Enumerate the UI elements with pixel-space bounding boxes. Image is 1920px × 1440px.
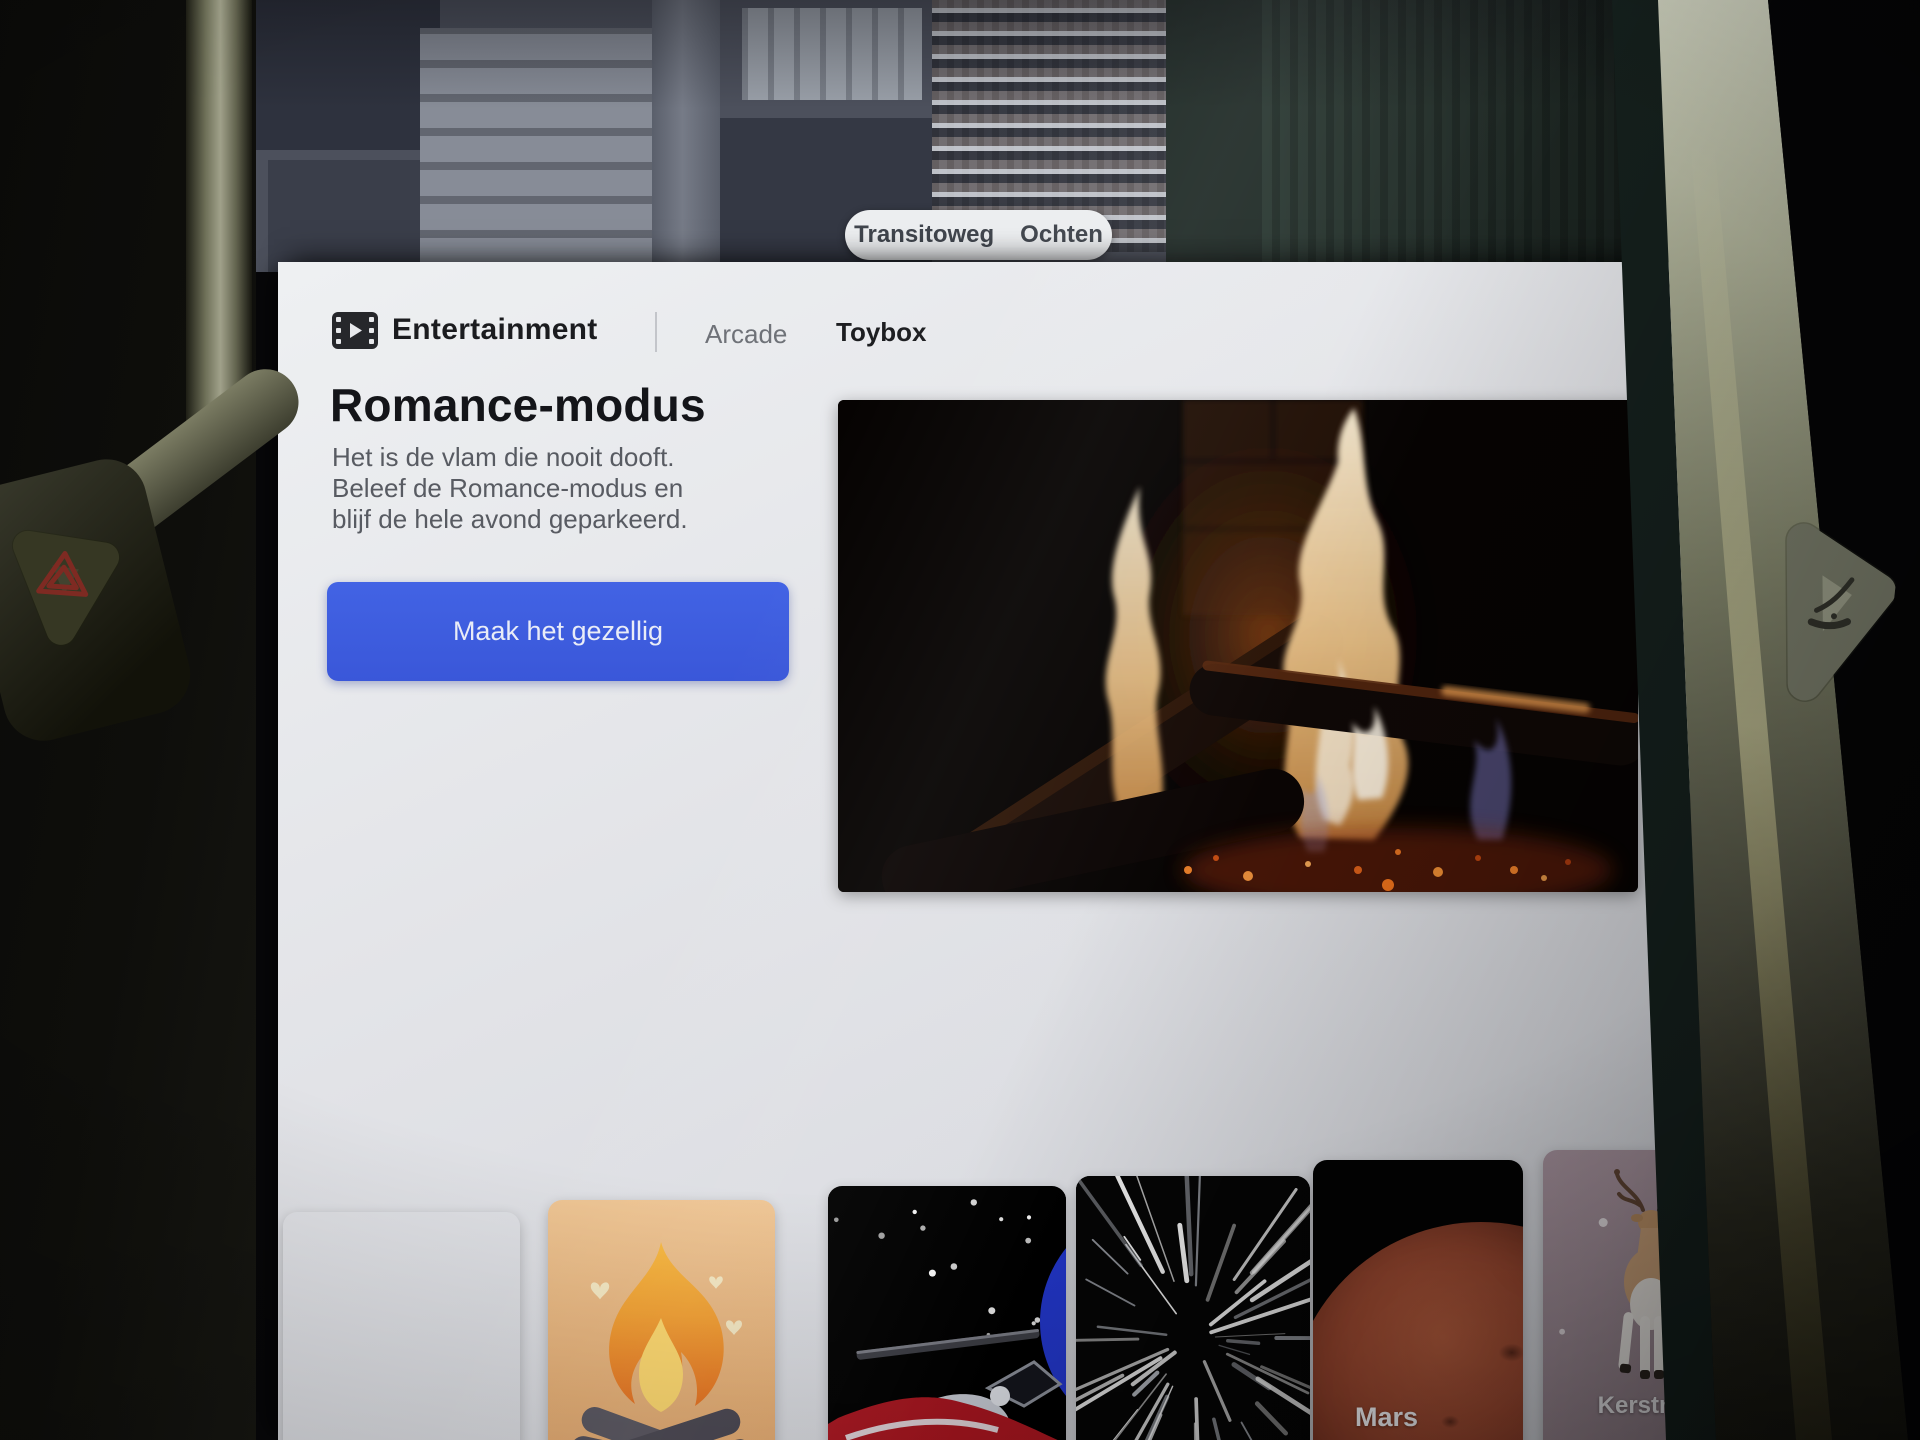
feature-heading: Romance-modus <box>330 378 706 432</box>
tab-toybox[interactable]: Toybox <box>836 317 927 348</box>
warp-illustration <box>1076 1176 1310 1440</box>
glovebox-open-button[interactable] <box>1762 510 1902 721</box>
campfire-illustration <box>548 1200 775 1440</box>
app-title: Entertainment <box>392 313 598 347</box>
toybox-item-mars[interactable]: Mars <box>1313 1160 1523 1440</box>
fireplace-video-preview[interactable] <box>838 400 1638 892</box>
toybox-item-campfire[interactable] <box>548 1200 775 1440</box>
description-line: blijf de hele avond geparkeerd. <box>332 504 688 534</box>
toybox-item-label: Kerstman <box>1543 1392 1690 1420</box>
feature-description: Het is de vlam die nooit dooft. Beleef d… <box>332 442 688 535</box>
map-place-label: Transitoweg Ochten <box>845 210 1112 260</box>
toybox-item-santa-mode[interactable]: Kerstman <box>1543 1150 1690 1440</box>
map-building <box>268 160 420 272</box>
toybox-item-label: Mars <box>1355 1402 1418 1433</box>
description-line: Het is de vlam die nooit dooft. <box>332 442 675 472</box>
glovebox-open-icon <box>1762 510 1902 721</box>
starman-illustration <box>828 1186 1066 1440</box>
entertainment-panel: Entertainment Arcade Toybox Romance-modu… <box>278 262 1690 1440</box>
toybox-item-romance-rose[interactable] <box>283 1212 520 1440</box>
map-industrial-yard <box>420 28 652 272</box>
map-road-label: Transitoweg <box>854 221 994 249</box>
hazard-warning-triangle-icon <box>6 520 124 650</box>
map-building <box>250 0 440 150</box>
nav-map-satellite[interactable]: Transitoweg Ochten <box>250 0 1690 272</box>
hazard-lights-button[interactable] <box>6 520 124 652</box>
map-town-label: Ochten <box>1020 221 1103 249</box>
map-road <box>652 0 720 272</box>
map-field <box>1166 0 1262 272</box>
description-line: Beleef de Romance-modus en <box>332 473 683 503</box>
romance-mode-activate-button[interactable]: Maak het gezellig <box>327 582 789 681</box>
tab-divider <box>655 312 657 352</box>
map-fields <box>1262 0 1690 272</box>
toybox-item-starman-roadster[interactable] <box>828 1186 1066 1440</box>
toybox-item-warp-lightspeed[interactable] <box>1076 1176 1310 1440</box>
film-play-icon <box>332 312 378 349</box>
tab-arcade[interactable]: Arcade <box>705 319 787 350</box>
fireplace-illustration <box>838 400 1638 892</box>
map-building <box>742 8 922 100</box>
